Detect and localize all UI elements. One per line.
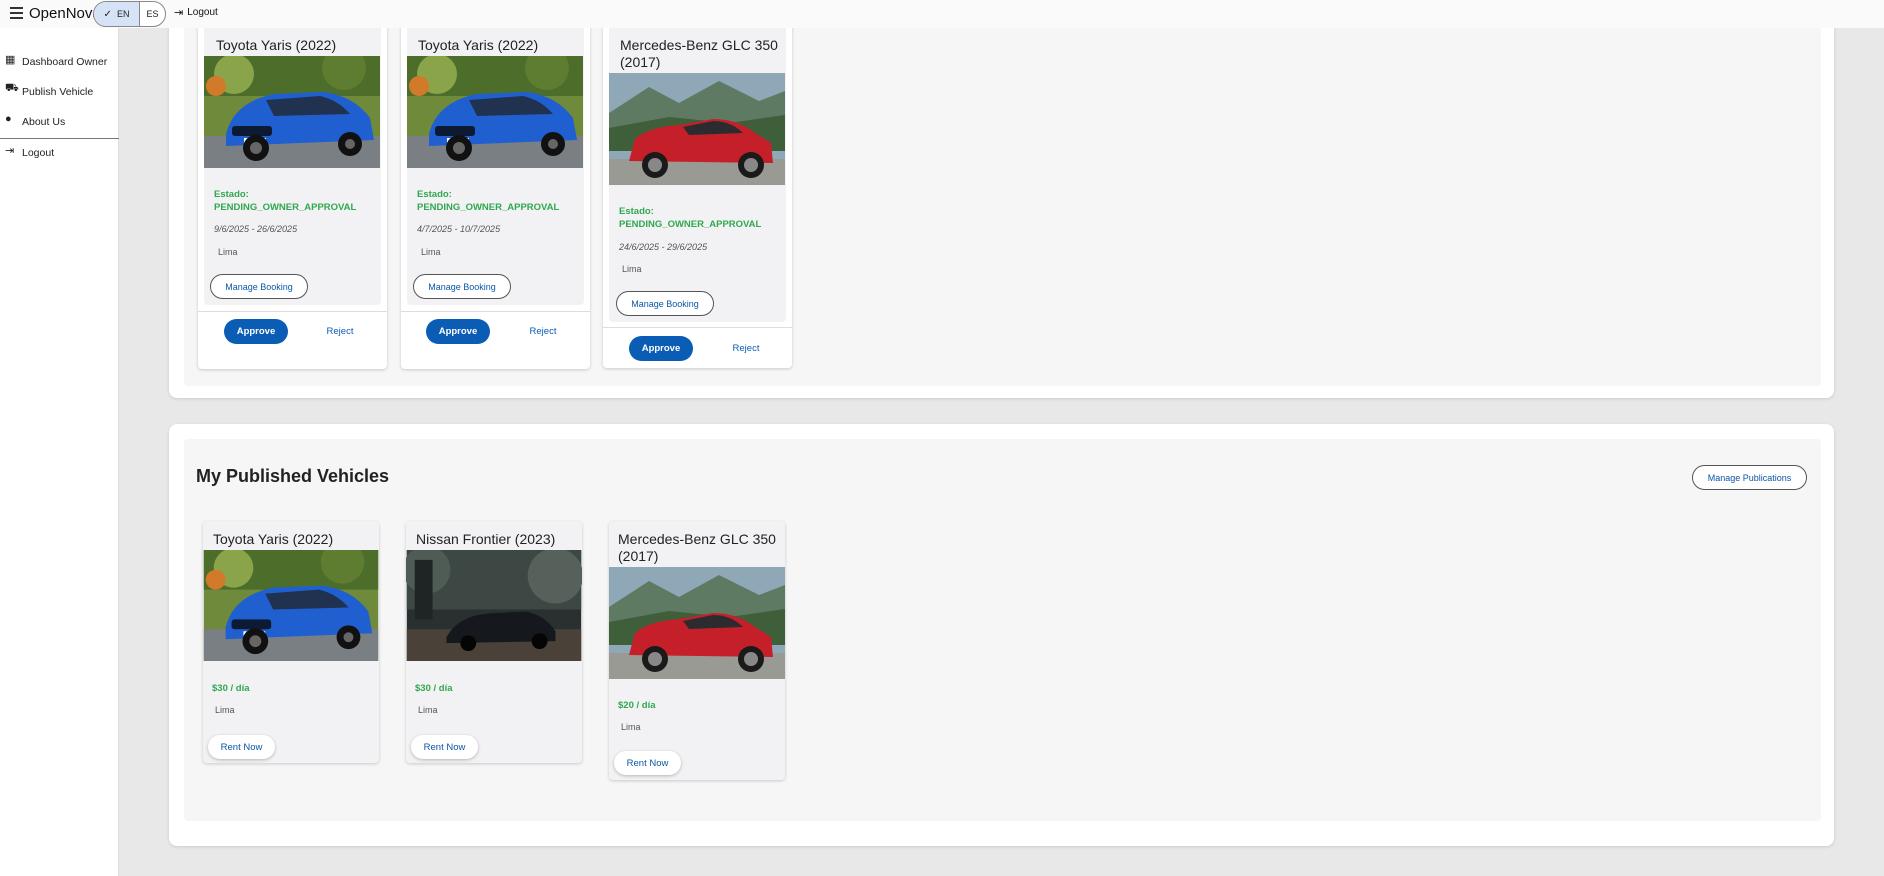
approve-button[interactable]: Approve	[224, 319, 288, 344]
sidebar-item-label: Publish Vehicle	[22, 86, 94, 98]
sidebar-item-label: About Us	[22, 116, 66, 128]
booking-city: Lima	[218, 247, 238, 257]
card-divider	[198, 311, 387, 312]
rent-now-button[interactable]: Rent Now	[411, 735, 478, 759]
manage-booking-button[interactable]: Manage Booking	[210, 274, 308, 299]
rent-now-button[interactable]: Rent Now	[614, 751, 681, 775]
sidebar-item-about-us[interactable]: ● About Us	[5, 113, 66, 128]
booking-card-title: Toyota Yaris (2022)	[418, 37, 539, 53]
vehicle-price: $30 / día	[212, 683, 250, 694]
vehicle-city: Lima	[418, 705, 438, 715]
published-card-title: Mercedes-Benz GLC 350 (2017)	[618, 531, 776, 564]
vehicle-city: Lima	[215, 705, 235, 715]
status-label: Estado:	[214, 189, 249, 200]
reject-button[interactable]: Reject	[722, 336, 770, 361]
top-logout-button[interactable]: ⇥ Logout	[174, 6, 218, 19]
booking-dates: 9/6/2025 - 26/6/2025	[214, 224, 298, 234]
booking-card-title: Toyota Yaris (2022)	[216, 37, 337, 53]
lang-es-label: ES	[146, 9, 159, 19]
top-logout-label: Logout	[187, 7, 218, 18]
logout-icon: ⇥	[5, 144, 15, 157]
vehicle-image	[609, 567, 785, 679]
approve-button[interactable]: Approve	[629, 336, 693, 361]
booking-status: Estado: PENDING_OWNER_APPROVAL	[417, 188, 587, 214]
sidebar-item-logout[interactable]: ⇥ Logout	[5, 144, 55, 160]
app-title: OpenNova	[29, 5, 101, 22]
rent-now-button[interactable]: Rent Now	[208, 735, 275, 759]
menu-icon[interactable]	[10, 7, 23, 20]
booking-city: Lima	[622, 264, 642, 274]
card-divider	[603, 327, 792, 328]
reject-button[interactable]: Reject	[316, 319, 364, 344]
booking-card-title: Mercedes-Benz GLC 350 (2017)	[620, 37, 778, 70]
manage-booking-button[interactable]: Manage Booking	[616, 291, 714, 316]
booking-card: Toyota Yaris (2022) Estado: PENDING_OWNE…	[401, 0, 590, 369]
sidebar-item-dashboard-owner[interactable]: ▦ Dashboard Owner	[5, 53, 108, 69]
dashboard-icon: ▦	[5, 53, 16, 66]
reject-button[interactable]: Reject	[519, 319, 567, 344]
sidebar: ▦ Dashboard Owner ⛟ Publish Vehicle ● Ab…	[0, 28, 119, 876]
published-card: Nissan Frontier (2023) $30 / día Lima Re…	[406, 521, 582, 763]
vehicle-price: $20 / día	[618, 700, 656, 711]
lang-es-button[interactable]: ES	[140, 2, 165, 26]
sidebar-item-label: Dashboard Owner	[22, 56, 108, 68]
booking-status: Estado: PENDING_OWNER_APPROVAL	[619, 205, 789, 231]
logout-icon: ⇥	[174, 7, 184, 19]
vehicle-image	[609, 73, 785, 185]
language-toggle[interactable]: ✓ EN ES	[93, 1, 166, 27]
vehicle-city: Lima	[621, 722, 641, 732]
top-app-bar: OpenNova ✓ EN ES ⇥ Logout	[0, 0, 1884, 28]
car-icon: ⛟	[5, 82, 19, 94]
booking-card: Toyota Yaris (2022) Estado: PENDING_OWNE…	[198, 0, 387, 369]
booking-dates: 24/6/2025 - 29/6/2025	[619, 242, 708, 252]
check-icon: ✓	[103, 8, 112, 20]
vehicle-image	[203, 550, 379, 661]
lang-en-button[interactable]: ✓ EN	[94, 2, 140, 26]
lang-en-label: EN	[116, 9, 130, 19]
vehicle-image	[204, 56, 380, 168]
booking-city: Lima	[421, 247, 441, 257]
status-label: Estado:	[619, 206, 654, 217]
published-card-title: Toyota Yaris (2022)	[213, 531, 334, 547]
vehicle-price: $30 / día	[415, 683, 453, 694]
section-title: My Published Vehicles	[196, 466, 390, 486]
approve-button[interactable]: Approve	[426, 319, 490, 344]
booking-card: Mercedes-Benz GLC 350 (2017) Estado: PEN…	[603, 0, 792, 368]
info-icon: ●	[5, 113, 12, 125]
status-label: Estado:	[417, 189, 452, 200]
sidebar-item-publish-vehicle[interactable]: ⛟ Publish Vehicle	[5, 82, 94, 98]
card-divider	[401, 311, 590, 312]
status-value: PENDING_OWNER_APPROVAL	[619, 219, 762, 230]
sidebar-item-label: Logout	[22, 147, 55, 159]
status-value: PENDING_OWNER_APPROVAL	[417, 202, 560, 213]
booking-status: Estado: PENDING_OWNER_APPROVAL	[214, 188, 384, 214]
vehicle-image	[406, 550, 582, 661]
published-card-title: Nissan Frontier (2023)	[416, 531, 556, 547]
vehicle-image	[407, 56, 583, 168]
status-value: PENDING_OWNER_APPROVAL	[214, 202, 357, 213]
published-card: Toyota Yaris (2022) $30 / día Lima Rent …	[203, 521, 379, 763]
sidebar-divider	[0, 138, 119, 139]
manage-booking-button[interactable]: Manage Booking	[413, 274, 511, 299]
published-card: Mercedes-Benz GLC 350 (2017) $20 / día L…	[609, 521, 785, 780]
manage-publications-button[interactable]: Manage Publications	[1692, 465, 1807, 490]
booking-dates: 4/7/2025 - 10/7/2025	[417, 224, 501, 234]
